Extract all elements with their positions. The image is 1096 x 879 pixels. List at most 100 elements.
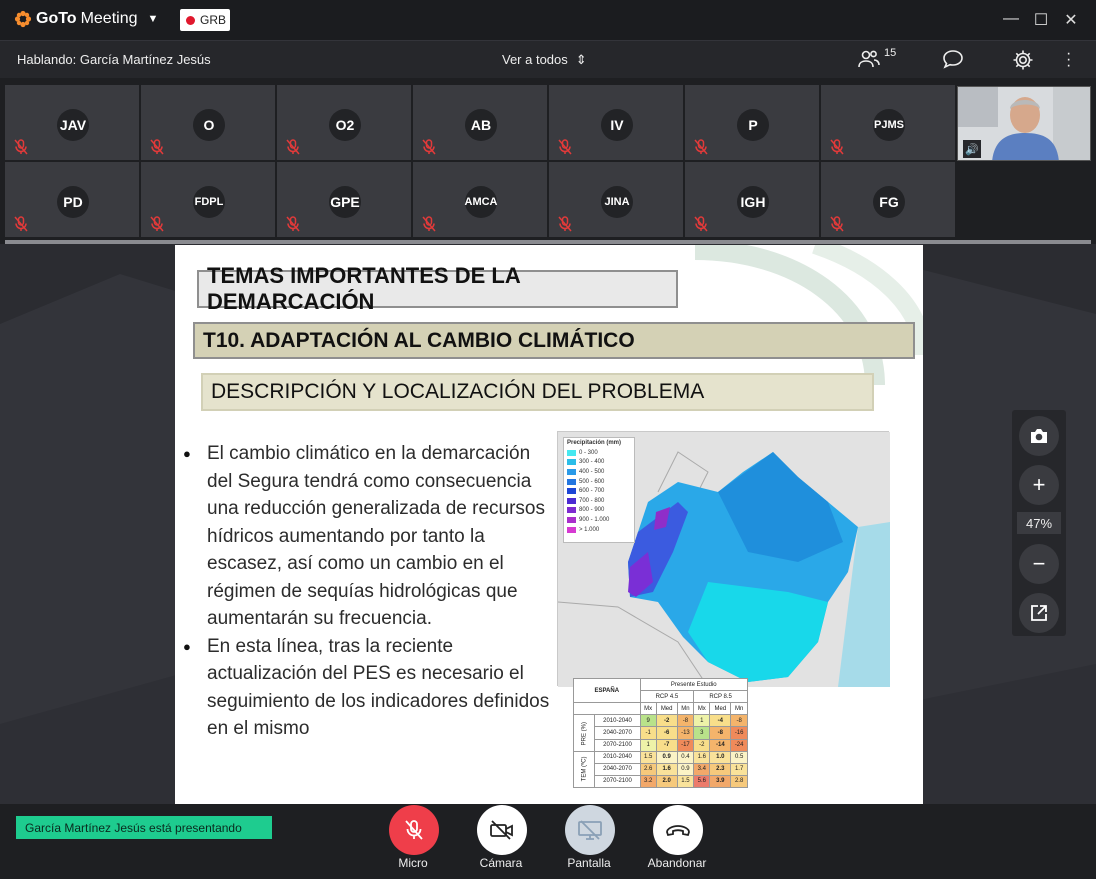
table-cell: -8 <box>709 726 732 740</box>
table-cell: 2.8 <box>730 774 748 789</box>
view-mode-selector[interactable]: Ver a todos ⇕ <box>502 52 587 68</box>
close-icon[interactable]: ✕ <box>1061 10 1081 30</box>
slide-title-2: T10. ADAPTACIÓN AL CAMBIO CLIMÁTICO <box>193 322 915 359</box>
maximize-icon[interactable]: ☐ <box>1031 10 1051 30</box>
table-row: 2040-2070 -1 -6 -13 3 -8 -16 <box>574 726 748 740</box>
mic-label: Micro <box>398 856 428 870</box>
table-subheader: Mn <box>730 702 748 716</box>
zoom-out-button[interactable]: − <box>1019 544 1059 584</box>
leave-label: Abandonar <box>647 856 707 870</box>
more-options-icon[interactable]: · · · <box>1066 46 1071 74</box>
table-cell: -13 <box>676 726 695 740</box>
app-logo[interactable]: GoTo Meeting ▼ <box>14 10 158 28</box>
table-variable-label: TEM (ºC) <box>573 751 595 788</box>
camera-off-icon <box>490 820 513 840</box>
popout-button[interactable] <box>1019 593 1059 633</box>
settings-button[interactable] <box>1012 49 1034 76</box>
table-cell: 0.9 <box>676 762 695 776</box>
table-rcp85: RCP 8.5 <box>693 690 748 704</box>
gear-icon <box>1013 50 1033 70</box>
mic-button[interactable] <box>389 805 439 855</box>
participants-button[interactable]: 15 <box>858 47 896 74</box>
slide-title-3: DESCRIPCIÓN Y LOCALIZACIÓN DEL PROBLEMA <box>201 373 874 411</box>
participant-tile[interactable]: GPE <box>277 162 411 237</box>
table-cell: 3 <box>693 726 711 740</box>
participant-avatar: AB <box>465 109 497 141</box>
legend-swatch <box>567 516 576 523</box>
legend-label: 800 - 900 <box>579 507 605 514</box>
participant-avatar: IV <box>601 109 633 141</box>
table-cell: 1.5 <box>676 774 695 789</box>
table-cell: -1 <box>639 726 657 740</box>
table-cell: 3.9 <box>709 774 732 789</box>
speaker-video-tile[interactable]: 🔊 <box>957 86 1091 161</box>
table-subheader: Med <box>709 702 732 716</box>
table-cell: 3.4 <box>693 762 711 776</box>
legend-label: 600 - 700 <box>579 488 605 495</box>
table-country: ESPAÑA <box>573 677 641 704</box>
table-period: 2040-2070 <box>594 726 641 740</box>
table-subheader: Mx <box>693 702 711 716</box>
legend-item: 900 - 1.000 <box>567 515 631 525</box>
recording-badge: GRB <box>180 9 230 31</box>
participant-tile[interactable]: O2 <box>277 85 411 160</box>
screen-label: Pantalla <box>567 856 611 870</box>
table-blank-cell <box>573 702 641 716</box>
participants-count: 15 <box>884 47 897 59</box>
participant-avatar: AMCA <box>465 186 498 218</box>
participant-tile[interactable]: AB <box>413 85 547 160</box>
table-cell: -8 <box>730 714 748 728</box>
precipitation-map: Precipitación (mm) 0 - 300 300 - 400 400 -… <box>557 431 890 688</box>
mic-muted-icon <box>283 214 303 234</box>
bullet-item: El cambio climático en la demarcación de… <box>181 440 551 633</box>
participant-tile[interactable]: JINA <box>549 162 683 237</box>
participant-tile[interactable]: AMCA <box>413 162 547 237</box>
screen-button[interactable] <box>565 805 615 855</box>
zoom-in-button[interactable]: + <box>1019 465 1059 505</box>
legend-item: 500 - 600 <box>567 477 631 487</box>
participant-avatar: JAV <box>57 109 89 141</box>
camera-label: Cámara <box>479 856 523 870</box>
mic-muted-icon <box>405 820 423 840</box>
mic-muted-icon <box>147 214 167 234</box>
leave-button[interactable] <box>653 805 703 855</box>
participant-tile[interactable]: FG <box>821 162 955 237</box>
bullet-item: En esta línea, tras la reciente actualiz… <box>181 633 551 743</box>
camera-button[interactable] <box>477 805 527 855</box>
title-bar: GoTo Meeting ▼ GRB — ☐ ✕ <box>0 0 1096 40</box>
snapshot-button[interactable] <box>1019 416 1059 456</box>
legend-swatch <box>567 449 576 456</box>
participant-tile[interactable]: O <box>141 85 275 160</box>
pre-rows: PRE (%) 2010-2040 9 -2 -8 1 -4 -8 2040-2070 -1 -6-… <box>573 714 748 752</box>
participant-tile[interactable]: JAV <box>5 85 139 160</box>
table-cell: -8 <box>676 714 695 728</box>
participant-tile[interactable]: FDPL <box>141 162 275 237</box>
participant-avatar: P <box>737 109 769 141</box>
bullet-list: El cambio climático en la demarcación de… <box>181 440 551 743</box>
participant-tile[interactable]: PJMS <box>821 85 955 160</box>
table-cell: 2.3 <box>709 762 732 776</box>
legend-item: 600 - 700 <box>567 486 631 496</box>
chevron-down-icon[interactable]: ▼ <box>148 13 159 25</box>
legend-swatch <box>567 459 576 466</box>
climate-table: ESPAÑA Presente Estudio RCP 4.5 RCP 8.5 … <box>573 677 749 789</box>
table-cell: 1 <box>693 714 711 728</box>
participant-avatar: O2 <box>329 109 361 141</box>
chat-button[interactable] <box>942 49 964 74</box>
participant-tile[interactable]: IGH <box>685 162 819 237</box>
participant-tile[interactable]: P <box>685 85 819 160</box>
mic-muted-icon <box>555 137 575 157</box>
zoom-panel: + 47% − <box>1012 410 1066 636</box>
table-row: 2070-2100 1 -7 -17 -2 -14 -24 <box>574 738 748 752</box>
table-period: 2010-2040 <box>594 750 641 764</box>
participant-tile[interactable]: PD <box>5 162 139 237</box>
mic-muted-icon <box>147 137 167 157</box>
table-cell: 1.0 <box>709 750 732 764</box>
legend-swatch <box>567 507 576 514</box>
participant-avatar: PJMS <box>873 109 905 141</box>
legend-swatch <box>567 497 576 504</box>
screen-share-off-icon <box>578 820 602 840</box>
minimize-icon[interactable]: — <box>1001 10 1021 28</box>
participant-tile[interactable]: IV <box>549 85 683 160</box>
zoom-level: 47% <box>1017 512 1061 534</box>
